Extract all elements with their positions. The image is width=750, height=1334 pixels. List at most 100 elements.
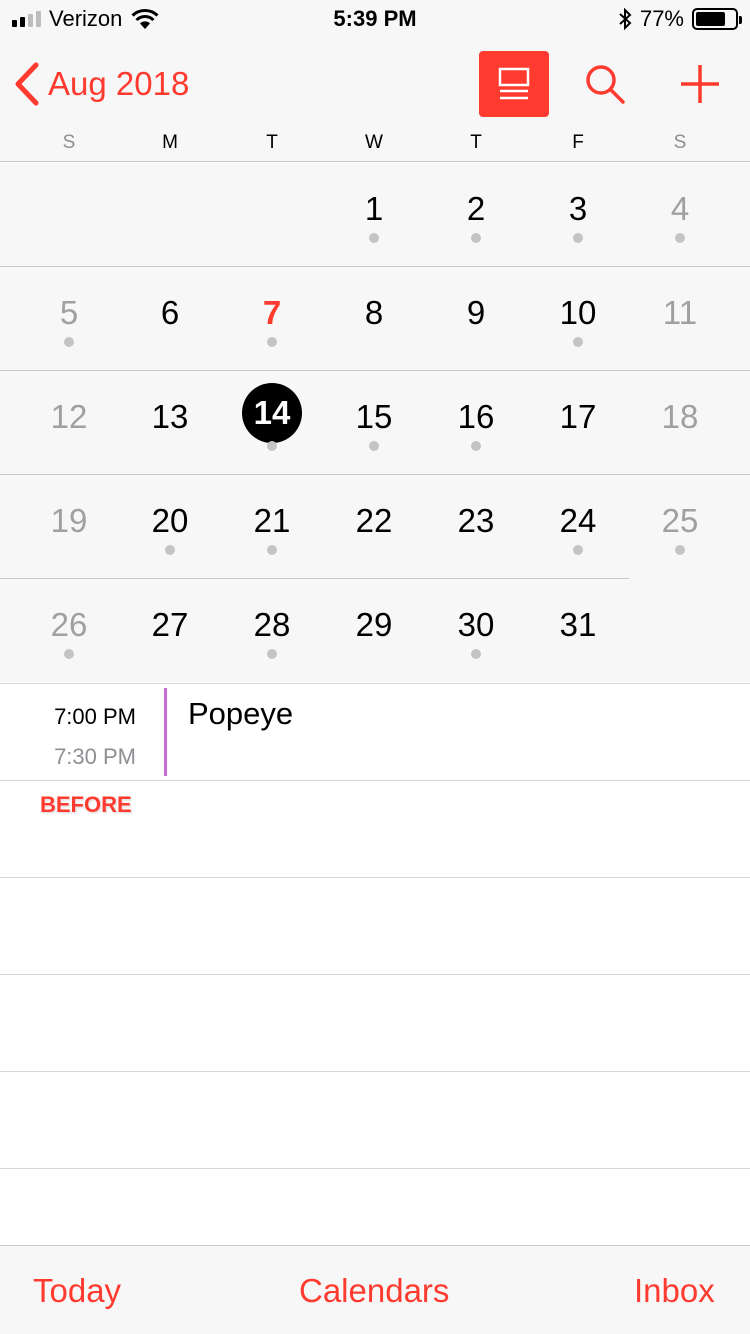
event-dot bbox=[64, 337, 74, 347]
day-cell-24[interactable]: 24 bbox=[533, 475, 623, 579]
status-right: 77% bbox=[618, 6, 742, 32]
day-cell-5[interactable]: 5 bbox=[24, 267, 114, 371]
day-number: 31 bbox=[559, 606, 597, 643]
day-cell-17[interactable]: 17 bbox=[533, 371, 623, 475]
day-cell-4[interactable]: 4 bbox=[635, 163, 725, 267]
inbox-tab[interactable]: Inbox bbox=[634, 1272, 715, 1310]
back-to-month-button[interactable]: Aug 2018 bbox=[14, 62, 189, 106]
day-number: 22 bbox=[355, 502, 393, 539]
event-list: 7:00 PM 7:30 PM Popeye BEFORE bbox=[0, 683, 750, 1245]
plus-icon bbox=[681, 65, 719, 103]
event-dot bbox=[573, 233, 583, 243]
event-dot bbox=[267, 441, 277, 451]
day-number: 27 bbox=[151, 606, 189, 643]
day-number: 26 bbox=[50, 606, 88, 643]
day-number: 15 bbox=[355, 398, 393, 435]
day-number: 14 bbox=[242, 383, 302, 443]
day-number: 10 bbox=[559, 294, 597, 331]
tab-bar: Today Calendars Inbox bbox=[0, 1245, 750, 1334]
weekday-label: F bbox=[572, 132, 584, 153]
day-cell-25[interactable]: 25 bbox=[635, 475, 725, 579]
day-cell-14[interactable]: 14 bbox=[227, 371, 317, 475]
day-cell-19[interactable]: 19 bbox=[24, 475, 114, 579]
day-cell-13[interactable]: 13 bbox=[125, 371, 215, 475]
day-number: 25 bbox=[661, 502, 699, 539]
day-number: 11 bbox=[662, 294, 698, 331]
day-cell-23[interactable]: 23 bbox=[431, 475, 521, 579]
search-button[interactable] bbox=[583, 62, 627, 106]
divider bbox=[0, 974, 750, 975]
day-number: 8 bbox=[364, 294, 384, 331]
event-dot bbox=[675, 233, 685, 243]
divider bbox=[0, 1168, 750, 1169]
event-title: Popeye bbox=[188, 696, 294, 731]
day-number: 5 bbox=[59, 294, 79, 331]
weekday-label: S bbox=[673, 132, 687, 153]
day-cell-11[interactable]: 11 bbox=[635, 267, 725, 371]
week-divider bbox=[0, 370, 750, 371]
day-cell-6[interactable]: 6 bbox=[125, 267, 215, 371]
day-cell-7[interactable]: 7 bbox=[227, 267, 317, 371]
day-cell-21[interactable]: 21 bbox=[227, 475, 317, 579]
battery-icon bbox=[692, 8, 742, 30]
event-start-time: 7:00 PM bbox=[54, 704, 136, 729]
bluetooth-icon bbox=[619, 8, 632, 30]
day-cell-9[interactable]: 9 bbox=[431, 267, 521, 371]
day-number: 16 bbox=[457, 398, 495, 435]
day-number: 2 bbox=[466, 190, 486, 227]
day-cell-12[interactable]: 12 bbox=[24, 371, 114, 475]
event-row[interactable]: 7:00 PM 7:30 PM Popeye bbox=[0, 684, 750, 781]
day-number: 3 bbox=[568, 190, 588, 227]
day-number: 7 bbox=[262, 294, 282, 331]
event-dot bbox=[369, 441, 379, 451]
day-number: 23 bbox=[457, 502, 495, 539]
divider bbox=[0, 877, 750, 878]
list-view-icon bbox=[498, 67, 530, 100]
day-number: 6 bbox=[160, 294, 180, 331]
weekday-header: SMTWTFS bbox=[0, 132, 750, 160]
day-cell-30[interactable]: 30 bbox=[431, 579, 521, 683]
day-cell-1[interactable]: 1 bbox=[329, 163, 419, 267]
list-view-button[interactable] bbox=[479, 51, 549, 117]
today-tab[interactable]: Today bbox=[33, 1272, 121, 1310]
event-color-bar bbox=[164, 688, 167, 776]
day-cell-8[interactable]: 8 bbox=[329, 267, 419, 371]
day-number: 29 bbox=[355, 606, 393, 643]
event-dot bbox=[267, 649, 277, 659]
day-number: 21 bbox=[253, 502, 291, 539]
weekday-label: S bbox=[62, 132, 76, 153]
day-cell-15[interactable]: 15 bbox=[329, 371, 419, 475]
day-cell-29[interactable]: 29 bbox=[329, 579, 419, 683]
day-cell-3[interactable]: 3 bbox=[533, 163, 623, 267]
status-bar: Verizon 5:39 PM 77% bbox=[0, 0, 750, 40]
week-divider bbox=[0, 578, 629, 579]
day-cell-20[interactable]: 20 bbox=[125, 475, 215, 579]
day-cell-16[interactable]: 16 bbox=[431, 371, 521, 475]
day-number: 17 bbox=[559, 398, 597, 435]
day-number: 12 bbox=[50, 398, 88, 435]
week-divider bbox=[0, 266, 750, 267]
day-cell-26[interactable]: 26 bbox=[24, 579, 114, 683]
day-cell-22[interactable]: 22 bbox=[329, 475, 419, 579]
event-dot bbox=[267, 545, 277, 555]
day-number: 20 bbox=[151, 502, 189, 539]
weekday-label: T bbox=[470, 132, 482, 153]
event-dot bbox=[471, 441, 481, 451]
day-cell-2[interactable]: 2 bbox=[431, 163, 521, 267]
day-cell-18[interactable]: 18 bbox=[635, 371, 725, 475]
day-cell-27[interactable]: 27 bbox=[125, 579, 215, 683]
battery-level bbox=[696, 12, 726, 26]
event-end-time: 7:30 PM bbox=[54, 744, 136, 769]
event-dot bbox=[64, 649, 74, 659]
divider bbox=[0, 1071, 750, 1072]
day-cell-10[interactable]: 10 bbox=[533, 267, 623, 371]
nav-bar: Aug 2018 S M T W T F S bbox=[0, 40, 750, 162]
back-label: Aug 2018 bbox=[48, 65, 190, 102]
event-dot bbox=[471, 233, 481, 243]
calendars-tab[interactable]: Calendars bbox=[299, 1272, 449, 1310]
add-event-button[interactable] bbox=[678, 62, 722, 106]
battery-percent: 77% bbox=[639, 6, 684, 31]
day-number: 19 bbox=[50, 502, 88, 539]
day-cell-28[interactable]: 28 bbox=[227, 579, 317, 683]
day-cell-31[interactable]: 31 bbox=[533, 579, 623, 683]
